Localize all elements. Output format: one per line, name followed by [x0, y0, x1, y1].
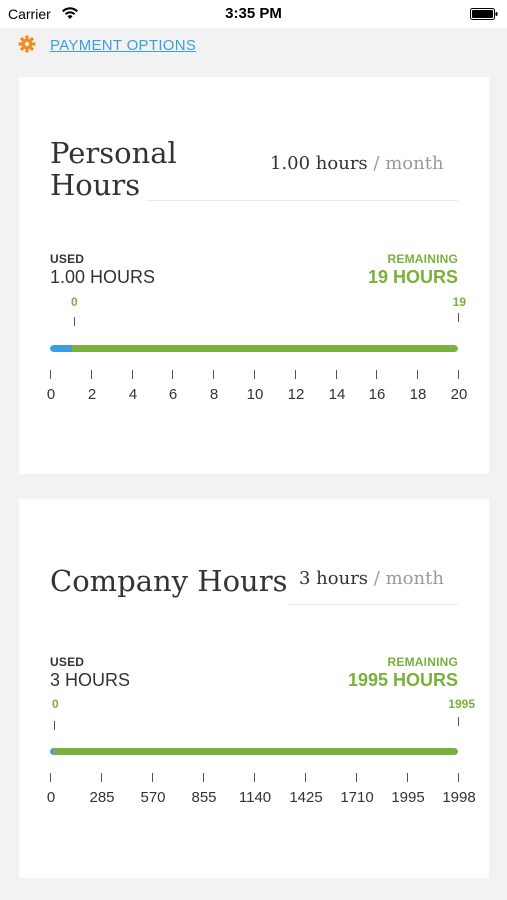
personal-axis-tick [417, 370, 418, 379]
personal-axis-label: 10 [246, 386, 264, 403]
personal-divider [146, 200, 458, 201]
company-axis-label: 0 [46, 789, 56, 806]
personal-axis-tick [91, 370, 92, 379]
personal-marker-end-tick [458, 313, 459, 322]
company-axis-label: 1425 [289, 789, 323, 806]
company-rate: 3 hours / month [299, 568, 444, 589]
company-marker-end-tick [458, 717, 459, 726]
battery-icon [470, 8, 498, 20]
company-progress-bar [50, 748, 458, 755]
gear-icon[interactable] [18, 35, 36, 53]
personal-rate-value: 1.00 hours [270, 153, 368, 174]
personal-axis-tick [254, 370, 255, 379]
personal-axis-tick [50, 370, 51, 379]
company-axis-tick [407, 773, 408, 782]
personal-axis-tick [132, 370, 133, 379]
personal-axis-label: 2 [87, 386, 97, 403]
personal-axis-tick [458, 370, 459, 379]
personal-axis-tick [336, 370, 337, 379]
company-axis-label: 1140 [238, 789, 272, 806]
company-axis-tick [254, 773, 255, 782]
company-axis-tick [152, 773, 153, 782]
personal-axis-label: 0 [46, 386, 56, 403]
company-rate-unit: month [385, 568, 444, 589]
personal-axis-tick [172, 370, 173, 379]
top-bar: PAYMENT OPTIONS [0, 28, 507, 64]
company-axis-label: 1998 [442, 789, 476, 806]
personal-rate-unit: month [385, 153, 444, 174]
company-remaining-label: REMAINING [387, 655, 458, 669]
company-axis-label: 1995 [391, 789, 425, 806]
personal-axis-label: 20 [450, 386, 468, 403]
company-rate-separator: / [373, 568, 380, 589]
personal-used-value: 1.00 HOURS [50, 267, 156, 287]
company-progress-remaining [53, 748, 458, 755]
personal-axis-label: 8 [209, 386, 219, 403]
company-title: Company Hours [50, 564, 288, 598]
company-hours-card: Company Hours 3 hours / month USED 3 HOU… [19, 499, 489, 878]
personal-hours-card: Personal Hours 1.00 hours / month USED 1… [19, 77, 489, 474]
personal-progress-remaining [71, 345, 458, 352]
company-axis-tick [305, 773, 306, 782]
status-bar: Carrier 3:35 PM [0, 0, 507, 28]
company-axis-tick [101, 773, 102, 782]
personal-title: Personal Hours [50, 137, 177, 201]
personal-axis-label: 12 [287, 386, 305, 403]
personal-rate: 1.00 hours / month [270, 153, 444, 174]
personal-axis-label: 6 [168, 386, 178, 403]
payment-options-link[interactable]: PAYMENT OPTIONS [50, 37, 196, 54]
company-axis-tick [458, 773, 459, 782]
company-remaining-value: 1995 HOURS [347, 670, 458, 690]
personal-remaining-value: 19 HOURS [367, 267, 458, 287]
personal-axis-label: 14 [328, 386, 346, 403]
personal-axis-label: 18 [409, 386, 427, 403]
personal-marker-end-label: 19 [452, 295, 466, 309]
personal-axis-tick [213, 370, 214, 379]
company-used-value: 3 HOURS [50, 670, 131, 690]
company-marker-end-label: 1995 [448, 697, 475, 711]
personal-axis-label: 16 [368, 386, 386, 403]
company-axis-tick [203, 773, 204, 782]
personal-title-line2: Hours [50, 168, 141, 202]
personal-title-line1: Personal [50, 136, 177, 170]
personal-rate-separator: / [373, 153, 380, 174]
company-marker-start-label: 0 [52, 697, 59, 711]
personal-axis-label: 4 [128, 386, 138, 403]
company-marker-start-tick [54, 721, 55, 730]
company-axis-label: 285 [89, 789, 115, 806]
company-axis-label: 855 [191, 789, 217, 806]
personal-axis-tick [295, 370, 296, 379]
personal-axis-tick [376, 370, 377, 379]
company-used-label: USED [50, 655, 85, 669]
personal-progress-bar [50, 345, 458, 352]
company-axis-tick [50, 773, 51, 782]
company-axis-label: 1710 [340, 789, 374, 806]
company-rate-value: 3 hours [299, 568, 369, 589]
company-divider [287, 604, 458, 605]
company-axis-label: 570 [140, 789, 166, 806]
personal-marker-start-label: 0 [71, 295, 78, 309]
personal-marker-start-tick [74, 317, 75, 326]
personal-used-label: USED [50, 252, 85, 266]
company-axis-tick [356, 773, 357, 782]
status-time: 3:35 PM [225, 5, 282, 22]
personal-remaining-label: REMAINING [387, 252, 458, 266]
